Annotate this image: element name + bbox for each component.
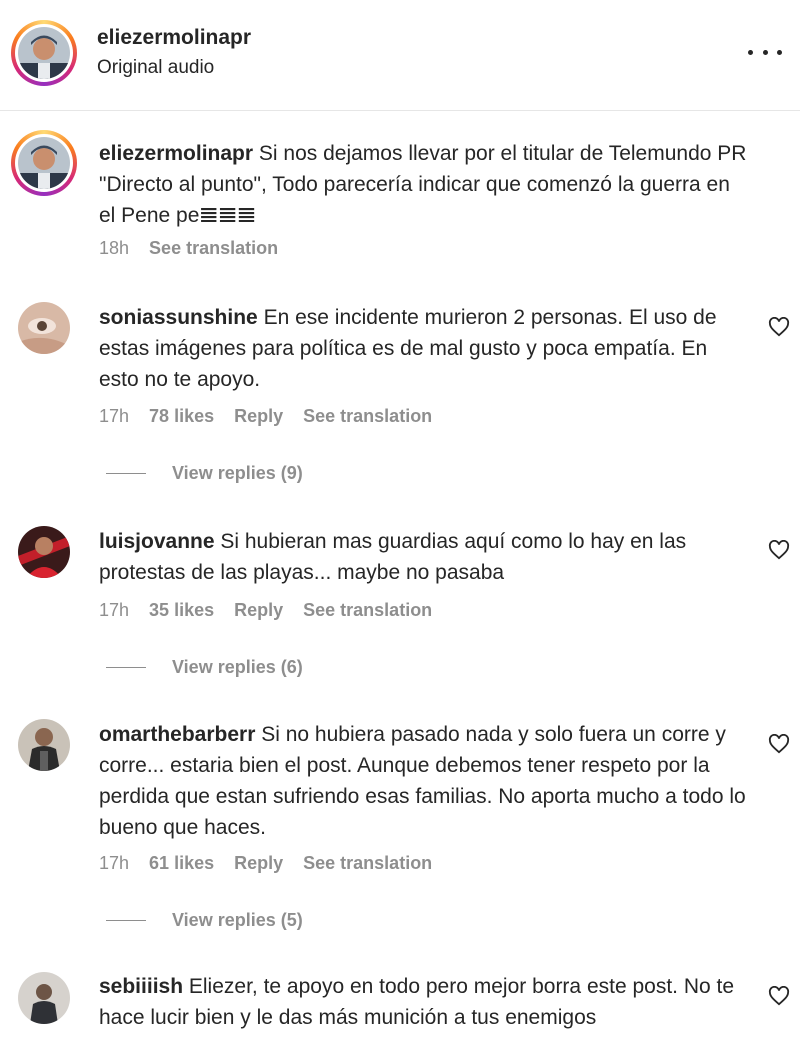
caption-meta: 18h See translation: [99, 238, 298, 259]
view-replies-button[interactable]: View replies (5): [106, 910, 303, 931]
view-replies-button[interactable]: View replies (9): [106, 463, 303, 484]
heart-outline-icon[interactable]: [768, 734, 790, 754]
view-replies-label: View replies (9): [172, 463, 303, 483]
view-replies-label: View replies (6): [172, 657, 303, 677]
caption-username[interactable]: eliezermolinapr: [99, 142, 253, 165]
heart-outline-icon[interactable]: [768, 986, 790, 1006]
comment-body: Eliezer, te apoyo en todo pero mejor bor…: [99, 975, 735, 1029]
see-translation-button[interactable]: See translation: [149, 238, 278, 259]
comment-time: 17h: [99, 406, 130, 426]
comment-username[interactable]: luisjovanne: [99, 530, 215, 553]
comment-username[interactable]: sebiiiish: [99, 975, 183, 998]
comment-username[interactable]: omarthebarberr: [99, 723, 255, 746]
comment-username[interactable]: soniassunshine: [99, 306, 258, 329]
avatar[interactable]: [18, 526, 70, 578]
audio-label[interactable]: Original audio: [97, 57, 214, 79]
caption-time: 18h: [99, 238, 130, 258]
comment-meta: 17h 35 likes Reply See translation: [99, 600, 452, 621]
divider-line: [106, 667, 146, 668]
comment-text: luisjovanne Si hubieran mas guardias aqu…: [99, 526, 749, 588]
story-ring[interactable]: [11, 20, 77, 86]
view-replies-button[interactable]: View replies (6): [106, 657, 303, 678]
avatar[interactable]: [18, 972, 70, 1024]
comment-meta: 17h 61 likes Reply See translation: [99, 853, 452, 874]
avatar: [18, 27, 70, 79]
likes-count[interactable]: 78 likes: [149, 406, 214, 427]
heart-outline-icon[interactable]: [768, 317, 790, 337]
post-author-username[interactable]: eliezermolinapr: [97, 26, 251, 50]
view-replies-label: View replies (5): [172, 910, 303, 930]
reply-button[interactable]: Reply: [234, 600, 283, 621]
post-header: eliezermolinapr Original audio: [0, 0, 800, 111]
see-translation-button[interactable]: See translation: [303, 853, 432, 874]
more-options-icon[interactable]: [748, 40, 782, 64]
see-translation-button[interactable]: See translation: [303, 600, 432, 621]
comment-text: soniassunshine En ese incidente murieron…: [99, 302, 749, 395]
story-ring[interactable]: [11, 130, 77, 196]
comment-time: 17h: [99, 853, 130, 873]
avatar[interactable]: [18, 302, 70, 354]
divider-line: [106, 473, 146, 474]
comment-text: sebiiiish Eliezer, te apoyo en todo pero…: [99, 971, 749, 1033]
comment-meta: 17h 78 likes Reply See translation: [99, 406, 452, 427]
avatar: [18, 137, 70, 189]
likes-count[interactable]: 35 likes: [149, 600, 214, 621]
comment-time: 17h: [99, 600, 130, 620]
reply-button[interactable]: Reply: [234, 406, 283, 427]
caption-text: eliezermolinapr Si nos dejamos llevar po…: [99, 138, 749, 231]
heart-outline-icon[interactable]: [768, 540, 790, 560]
see-translation-button[interactable]: See translation: [303, 406, 432, 427]
likes-count[interactable]: 61 likes: [149, 853, 214, 874]
reply-button[interactable]: Reply: [234, 853, 283, 874]
avatar[interactable]: [18, 719, 70, 771]
divider-line: [106, 920, 146, 921]
comment-text: omarthebarberr Si no hubiera pasado nada…: [99, 719, 749, 843]
